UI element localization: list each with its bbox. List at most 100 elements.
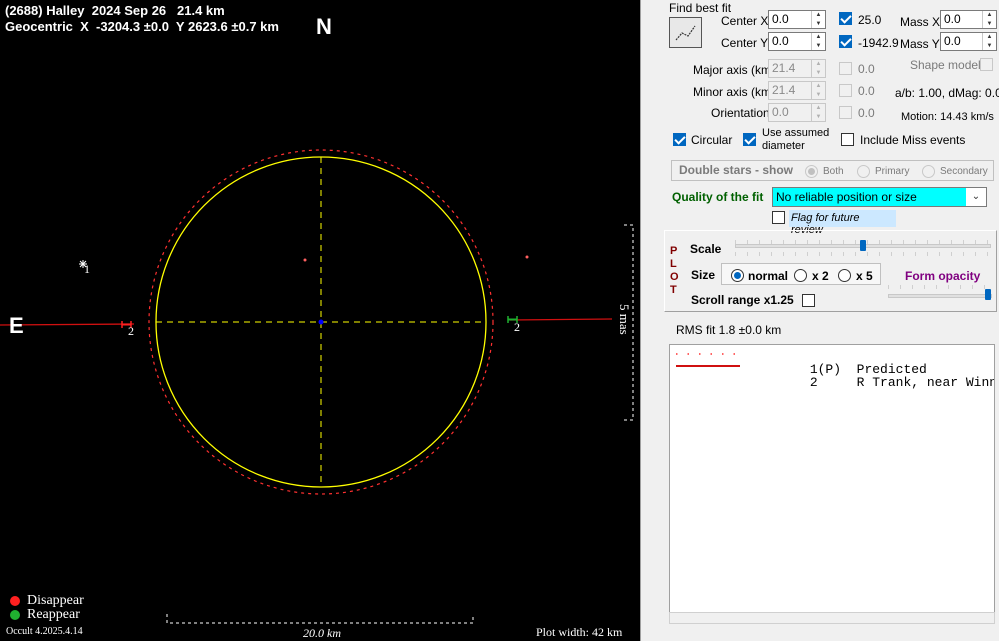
fit-orientation-checkbox[interactable]: [839, 106, 852, 119]
chord-list-scrollbar[interactable]: [669, 612, 995, 624]
shape-model-checkbox[interactable]: [980, 58, 993, 71]
center-x-spinner[interactable]: ▲ ▼: [811, 11, 825, 28]
assumed-diameter-label-2: diameter: [762, 140, 805, 152]
orientation-input[interactable]: 0.0 ▲ ▼: [768, 103, 826, 122]
flag-review-checkbox[interactable]: [772, 211, 785, 224]
double-secondary-radio[interactable]: [922, 165, 935, 178]
scale-slider-thumb[interactable]: [860, 240, 866, 251]
center-marker: [318, 319, 324, 325]
size-x2-radio[interactable]: [794, 269, 807, 282]
center-x-label: Center X: [721, 14, 769, 28]
fit-minor-axis-checkbox[interactable]: [839, 84, 852, 97]
mass-y-label: Mass Y: [900, 37, 940, 51]
size-normal-label: normal: [748, 269, 789, 283]
motion-text: Motion: 14.43 km/s: [901, 111, 994, 123]
flag-review-label: Flag for future review: [789, 210, 896, 236]
fit-center-y-value: -1942.9: [858, 36, 899, 50]
plot-letter-l: L: [670, 258, 677, 270]
north-label: N: [316, 14, 332, 39]
find-best-fit-button[interactable]: [669, 17, 702, 48]
size-label: Size: [691, 268, 716, 282]
opacity-slider[interactable]: [888, 294, 992, 298]
mass-x-label: Mass X: [900, 15, 941, 29]
fit-center-x-value: 25.0: [858, 13, 882, 27]
fit-major-axis-checkbox[interactable]: [839, 62, 852, 75]
scroll-range-checkbox[interactable]: [802, 294, 815, 307]
minor-axis-input[interactable]: 21.4 ▲ ▼: [768, 81, 826, 100]
legend-reappear-label: Reappear: [27, 607, 80, 622]
form-opacity-label: Form opacity: [905, 269, 981, 283]
center-x-input[interactable]: 0.0 ▲ ▼: [768, 10, 826, 29]
size-x2-label: x 2: [812, 269, 829, 283]
plot-graphics: [0, 149, 634, 624]
quality-label: Quality of the fit: [672, 190, 764, 204]
mass-x-spinner[interactable]: ▲ ▼: [982, 11, 996, 28]
ab-dmag-text: a/b: 1.00, dMag: 0.00: [895, 86, 999, 100]
chord-row-2[interactable]: 2 R Trank, near Winnebago: [763, 360, 995, 405]
plot-width-label: Plot width: 42 km: [536, 625, 623, 639]
plot-letter-t: T: [670, 284, 677, 296]
chord-2-name: R Trank, near Winnebago: [856, 375, 995, 390]
center-y-spinner[interactable]: ▲ ▼: [811, 33, 825, 50]
quality-select[interactable]: No reliable position or size ⌄: [772, 187, 987, 207]
scale-slider-ticks-bottom: [735, 252, 991, 256]
chord-list[interactable]: 1(P) Predicted 2 R Trank, near Winnebago: [669, 344, 995, 620]
chord-line-icons: [676, 353, 740, 367]
double-stars-label: Double stars - show: [679, 163, 794, 177]
km-scale-bar: [166, 614, 474, 624]
disappear-dot-icon: [10, 596, 20, 606]
east-label: E: [9, 313, 24, 338]
rms-fit-label: RMS fit 1.8 ±0.0 km: [676, 323, 782, 337]
chord-label-right: 2: [514, 320, 520, 334]
find-best-fit-label: Find best fit: [669, 1, 732, 15]
chord-label-left: 2: [128, 324, 134, 338]
size-x5-radio[interactable]: [838, 269, 851, 282]
mass-y-input[interactable]: 0.0 ▲ ▼: [940, 32, 997, 51]
star-label: 1: [84, 262, 90, 276]
minor-axis-label: Minor axis (km): [693, 85, 776, 99]
predicted-point-2: [525, 255, 529, 259]
orientation-spinner[interactable]: ▲ ▼: [811, 104, 825, 121]
opacity-slider-thumb[interactable]: [985, 289, 991, 300]
minor-axis-spinner[interactable]: ▲ ▼: [811, 82, 825, 99]
mas-label: 5 mas: [617, 304, 632, 335]
fit-orientation-value: 0.0: [858, 106, 875, 120]
center-y-input[interactable]: 0.0 ▲ ▼: [768, 32, 826, 51]
assumed-diameter-label-1: Use assumed: [762, 127, 830, 139]
double-secondary-label: Secondary: [940, 166, 988, 177]
plot-letter-o: O: [670, 271, 679, 283]
major-axis-input[interactable]: 21.4 ▲ ▼: [768, 59, 826, 78]
double-both-label: Both: [823, 166, 844, 177]
chord-line-right: [509, 318, 613, 321]
scale-label: Scale: [690, 242, 722, 256]
occultation-plot[interactable]: (2688) Halley 2024 Sep 26 21.4 km Geocen…: [0, 0, 640, 641]
assumed-diameter-checkbox[interactable]: [743, 133, 756, 146]
chord-2-num: 2: [809, 375, 818, 390]
fit-major-axis-value: 0.0: [858, 62, 875, 76]
predicted-point-1: [303, 258, 307, 262]
reappear-dot-icon: [10, 610, 20, 620]
include-miss-label: Include Miss events: [860, 133, 966, 147]
double-primary-radio[interactable]: [857, 165, 870, 178]
include-miss-checkbox[interactable]: [841, 133, 854, 146]
circular-checkbox[interactable]: [673, 133, 686, 146]
plot-letter-p: P: [670, 245, 678, 257]
major-axis-label: Major axis (km): [693, 63, 776, 77]
size-normal-radio[interactable]: [731, 269, 744, 282]
opacity-slider-ticks: [888, 285, 992, 289]
major-axis-spinner[interactable]: ▲ ▼: [811, 60, 825, 77]
double-primary-label: Primary: [875, 166, 910, 177]
double-both-radio[interactable]: [805, 165, 818, 178]
mass-y-spinner[interactable]: ▲ ▼: [982, 33, 996, 50]
plot-geocentric: Geocentric X -3204.3 ±0.0 Y 2623.6 ±0.7 …: [5, 19, 279, 34]
fit-minor-axis-value: 0.0: [858, 84, 875, 98]
fit-center-x-checkbox[interactable]: [839, 12, 852, 25]
chevron-down-icon[interactable]: ⌄: [966, 188, 986, 206]
mass-x-input[interactable]: 0.0 ▲ ▼: [940, 10, 997, 29]
fit-center-y-checkbox[interactable]: [839, 35, 852, 48]
scale-bar-label: 20.0 km: [303, 626, 341, 640]
circular-label: Circular: [691, 133, 733, 147]
legend-reappear: Reappear: [10, 607, 80, 623]
shape-model-label: Shape model: [910, 58, 981, 72]
center-y-label: Center Y: [721, 36, 769, 50]
